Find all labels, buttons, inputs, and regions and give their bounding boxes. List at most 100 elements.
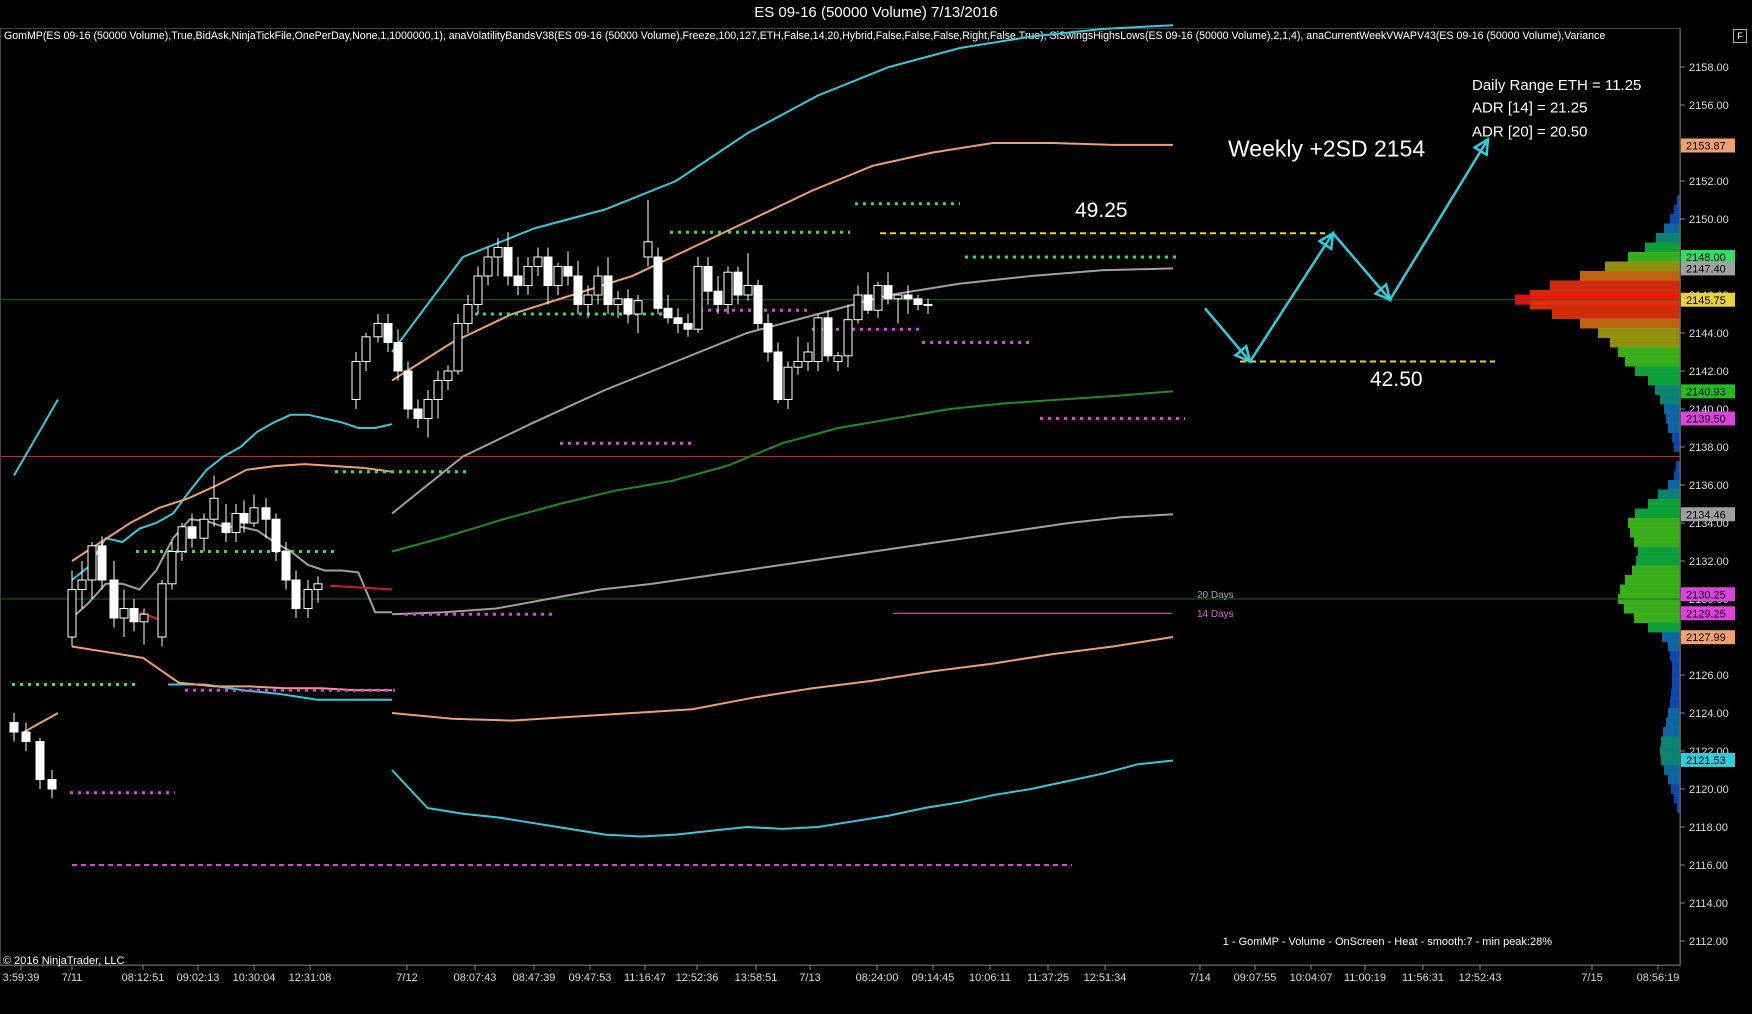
profile-bar [1648, 375, 1680, 386]
candle [703, 257, 713, 305]
profile-bar [1660, 746, 1680, 756]
price-chart[interactable]: Weekly +2SD 2154 49.25 42.50 Daily Range ET… [0, 0, 1752, 1014]
candle [281, 542, 291, 590]
candle-body [443, 370, 453, 381]
candle-body [463, 304, 473, 324]
candle-body [77, 579, 87, 590]
candle [139, 608, 149, 645]
candle [683, 314, 693, 337]
price-label-text: 2145.75 [1686, 295, 1726, 307]
candle [361, 333, 371, 371]
profile-bar [1625, 575, 1680, 585]
profile-bar [1674, 442, 1680, 452]
y-tick-label: 2158.00 [1689, 62, 1729, 74]
candle-body [643, 241, 653, 258]
price-label: 2134.46 [1681, 507, 1735, 522]
x-tick-label: 11:00:19 [1344, 972, 1386, 984]
x-tick-label: 08:56:19 [1637, 972, 1680, 984]
candle [443, 365, 453, 390]
price-label: 2121.53 [1681, 752, 1735, 767]
candle [753, 279, 763, 330]
price-label-text: 2130.25 [1686, 589, 1726, 601]
profile-bar [1550, 280, 1680, 291]
projection-path [1204, 138, 1490, 364]
candle-body [593, 275, 603, 296]
candle [423, 390, 433, 438]
candle [863, 272, 873, 314]
profile-bar [1580, 318, 1680, 329]
candle-body [221, 522, 231, 533]
candle [653, 247, 663, 314]
y-tick-label: 2152.00 [1689, 176, 1729, 188]
cyan-lower-band [168, 683, 392, 701]
candle [393, 329, 403, 381]
candle [433, 371, 443, 419]
profile-bar [1671, 784, 1680, 794]
candle-body [67, 589, 77, 638]
annotation-text: 20 Days [1197, 590, 1234, 601]
profile-bar [1618, 347, 1680, 357]
candle [87, 542, 97, 599]
candle [573, 260, 583, 314]
profile-settings-footnote: 1 - GomMP - Volume - OnScreen - Heat - s… [1222, 936, 1552, 948]
candle [483, 247, 493, 286]
candle [623, 289, 633, 324]
profile-bar [1632, 565, 1680, 576]
x-tick-label: 08:07:43 [454, 972, 497, 984]
profile-bar [1676, 461, 1680, 471]
candle-body [793, 361, 803, 368]
candle [593, 266, 603, 305]
candle-body [923, 304, 933, 306]
candle-body [803, 351, 813, 362]
cyan-upper-band [13, 398, 59, 477]
candle [743, 253, 753, 301]
profile-bar [1598, 328, 1680, 338]
candle-body [47, 779, 57, 790]
candle [543, 247, 553, 305]
profile-bar [1666, 717, 1680, 728]
candle [199, 513, 209, 552]
candle-body [653, 256, 663, 309]
candle-body [743, 285, 753, 296]
candle [453, 314, 463, 375]
price-label-text: 2153.87 [1686, 140, 1726, 152]
price-label-text: 2129.25 [1686, 608, 1726, 620]
candle-body [523, 266, 533, 286]
profile-bar [1610, 337, 1680, 348]
candle-body [361, 336, 371, 362]
candle-body [583, 294, 593, 305]
candle-body [863, 294, 873, 311]
profile-bar [1670, 651, 1680, 661]
candle [633, 295, 643, 333]
y-tick-label: 2156.00 [1689, 100, 1729, 112]
candle-body [883, 285, 893, 300]
candle-body [533, 256, 543, 267]
volatility-bands [13, 24, 1174, 838]
y-tick-label: 2120.00 [1689, 784, 1729, 796]
x-tick-label: 08:12:51 [122, 972, 165, 984]
profile-bar [1645, 242, 1680, 253]
profile-bar [1664, 404, 1680, 414]
price-label-text: 2147.40 [1686, 263, 1726, 275]
candle-body [199, 518, 209, 539]
cyan-lower-band [391, 759, 1174, 838]
x-tick-label: 7/11 [62, 972, 83, 984]
candle-body [633, 300, 643, 315]
candle [373, 314, 383, 343]
x-tick-label: 08:24:00 [856, 972, 899, 984]
candle [693, 257, 703, 333]
arrow-head-up-2 [1472, 136, 1490, 157]
x-tick-label: 10:06:11 [969, 972, 1011, 984]
candle-body [291, 579, 301, 609]
candle-body [913, 298, 923, 305]
candle-body [177, 526, 187, 552]
profile-bar [1552, 309, 1680, 319]
candle [563, 251, 573, 286]
price-label: 2129.25 [1681, 606, 1735, 621]
y-tick-label: 2114.00 [1689, 898, 1728, 910]
profile-bar [1674, 204, 1680, 215]
candle [523, 257, 533, 295]
profile-bar [1630, 527, 1680, 538]
profile-bar [1666, 413, 1680, 424]
candle [603, 257, 613, 314]
